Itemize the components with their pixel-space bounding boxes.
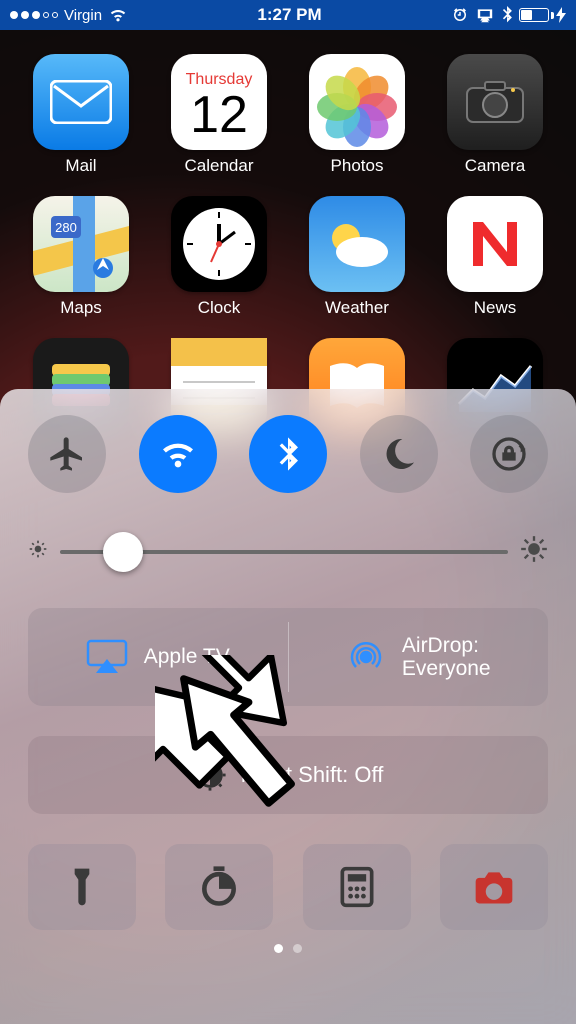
airdrop-button[interactable]: AirDrop: Everyone	[289, 608, 549, 706]
page-indicator	[274, 944, 302, 953]
do-not-disturb-toggle[interactable]	[360, 415, 438, 493]
page-dot-active	[274, 944, 283, 953]
airplay-icon	[86, 639, 128, 675]
app-label: Clock	[198, 298, 241, 318]
app-label: Mail	[65, 156, 96, 176]
bottom-shortcut-row	[28, 844, 548, 930]
calendar-icon: Thursday 12	[171, 54, 267, 150]
app-calendar[interactable]: Thursday 12 Calendar	[164, 54, 274, 176]
calculator-button[interactable]	[303, 844, 411, 930]
wifi-toggle[interactable]	[139, 415, 217, 493]
airdrop-line2: Everyone	[402, 657, 491, 680]
timer-button[interactable]	[165, 844, 273, 930]
app-news[interactable]: News	[440, 196, 550, 318]
wifi-icon	[108, 7, 128, 23]
app-weather[interactable]: Weather	[302, 196, 412, 318]
arrow-annotation-icon	[150, 640, 320, 840]
status-time: 1:27 PM	[257, 5, 321, 25]
weather-icon	[309, 196, 405, 292]
app-photos[interactable]: Photos	[302, 54, 412, 176]
camera-shortcut-button[interactable]	[440, 844, 548, 930]
mail-icon	[33, 54, 129, 150]
photos-icon	[309, 54, 405, 150]
brightness-low-icon	[28, 539, 48, 564]
app-camera[interactable]: Camera	[440, 54, 550, 176]
maps-icon: 280	[33, 196, 129, 292]
app-mail[interactable]: Mail	[26, 54, 136, 176]
airplane-mode-toggle[interactable]	[28, 415, 106, 493]
brightness-high-icon	[520, 535, 548, 568]
signal-strength-icon	[10, 11, 58, 19]
app-label: Weather	[325, 298, 389, 318]
brightness-thumb[interactable]	[103, 532, 143, 572]
timer-icon	[197, 865, 241, 909]
camera-shortcut-icon	[472, 865, 516, 909]
status-right	[451, 6, 566, 24]
airdrop-line1: AirDrop:	[402, 634, 491, 657]
alarm-icon	[451, 6, 469, 24]
status-left: Virgin	[10, 7, 128, 24]
bluetooth-toggle[interactable]	[249, 415, 327, 493]
app-maps[interactable]: 280 Maps	[26, 196, 136, 318]
brightness-slider[interactable]	[28, 535, 548, 568]
orientation-lock-toggle[interactable]	[470, 415, 548, 493]
app-label: Calendar	[185, 156, 254, 176]
app-label: News	[474, 298, 517, 318]
camera-icon	[447, 54, 543, 150]
app-label: Maps	[60, 298, 102, 318]
page-dot	[293, 944, 302, 953]
app-label: Photos	[331, 156, 384, 176]
app-clock[interactable]: Clock	[164, 196, 274, 318]
toggle-row	[28, 415, 548, 493]
device-screen: Virgin 1:27 PM	[0, 0, 576, 1024]
battery-icon	[519, 7, 566, 23]
carrier-label: Virgin	[64, 7, 102, 24]
status-bar: Virgin 1:27 PM	[0, 0, 576, 30]
clock-icon	[171, 196, 267, 292]
news-icon	[447, 196, 543, 292]
svg-text:280: 280	[55, 220, 77, 235]
airdrop-icon	[346, 637, 386, 677]
calculator-icon	[335, 865, 379, 909]
airdrop-label: AirDrop: Everyone	[402, 634, 491, 680]
brightness-track[interactable]	[60, 550, 508, 554]
airplay-status-icon	[475, 7, 495, 23]
app-label: Camera	[465, 156, 525, 176]
bluetooth-status-icon	[501, 6, 513, 24]
flashlight-button[interactable]	[28, 844, 136, 930]
flashlight-icon	[60, 865, 104, 909]
calendar-day: 12	[190, 89, 248, 141]
